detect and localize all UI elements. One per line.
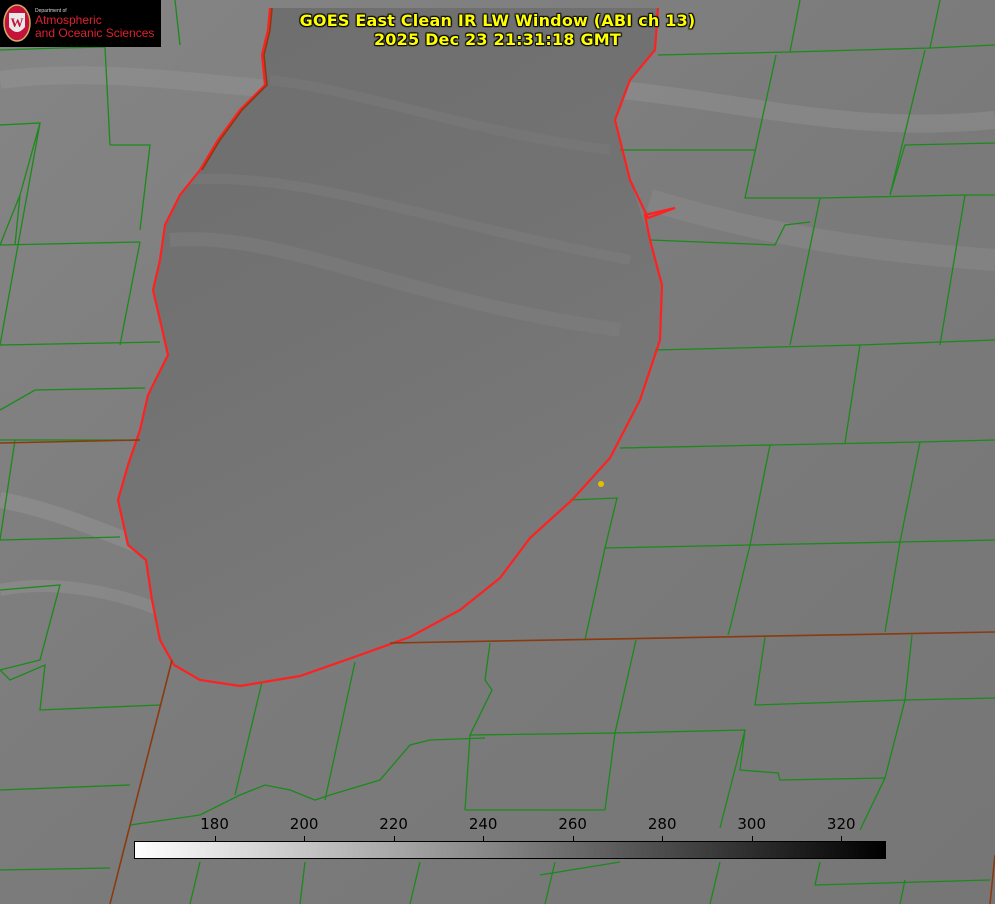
colorbar-tick-mark [304, 836, 306, 842]
colorbar-tick-label: 320 [826, 815, 856, 833]
colorbar [134, 841, 886, 859]
satellite-image-viewer: W Department of Atmospheric and Oceanic … [0, 0, 995, 904]
image-timestamp: 2025 Dec 23 21:31:18 GMT [373, 30, 622, 49]
colorbar-tick-label: 220 [379, 815, 408, 833]
image-title: GOES East Clean IR LW Window (ABI ch 13) [299, 11, 696, 30]
colorbar-tick-mark [662, 836, 664, 842]
colorbar-tick-mark [841, 836, 843, 842]
colorbar-tick-label: 280 [647, 815, 677, 833]
colorbar-tick-mark [483, 836, 485, 842]
colorbar-tick-mark [393, 836, 395, 842]
colorbar-tick-label: 260 [558, 815, 587, 833]
location-marker-icon [598, 481, 604, 487]
colorbar-tick-mark [572, 836, 574, 842]
colorbar-tick-mark [751, 836, 753, 842]
colorbar-tick-mark [214, 836, 216, 842]
colorbar-tick-label: 240 [468, 815, 498, 833]
colorbar-tick-label: 300 [737, 815, 767, 833]
ir-satellite-map [0, 0, 995, 904]
colorbar-tick-label: 180 [200, 815, 229, 833]
colorbar-tick-label: 200 [289, 815, 319, 833]
